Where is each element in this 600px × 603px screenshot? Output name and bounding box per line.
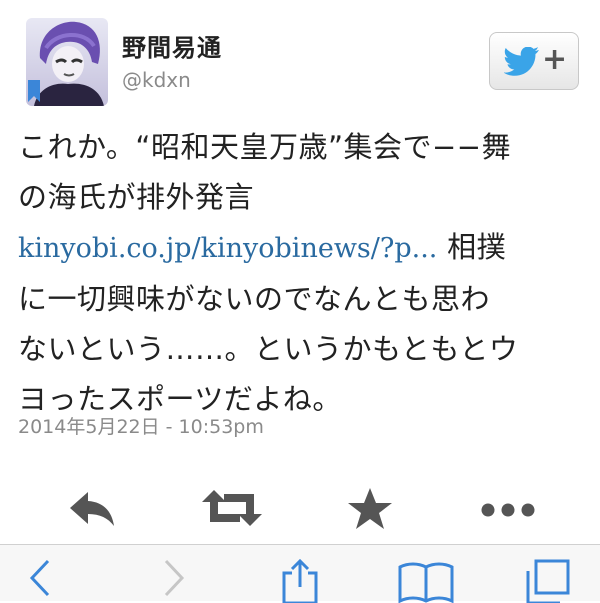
tweet-line: ないという……。というかもともとウ [18, 332, 519, 366]
tweet-timestamp[interactable]: 2014年5月22日 - 10:53pm [18, 412, 264, 439]
forward-icon[interactable] [158, 557, 190, 599]
tweet-text: これか。“昭和天皇万歳”集会で−−舞 の海氏が排外発言 kinyobi.co.j… [18, 122, 588, 424]
reply-icon[interactable] [66, 486, 118, 530]
more-icon[interactable] [476, 486, 540, 530]
display-name[interactable]: 野間易通 [122, 28, 222, 63]
bookmark-ribbon-icon [28, 80, 40, 102]
follow-button[interactable]: + [489, 32, 579, 90]
twitter-bird-icon [504, 47, 539, 76]
browser-toolbar [0, 544, 600, 603]
favorite-icon[interactable] [346, 486, 394, 532]
tweet-link[interactable]: kinyobi.co.jp/kinyobinews/?p... [18, 233, 437, 264]
user-handle[interactable]: @kdxn [122, 68, 191, 92]
back-icon[interactable] [24, 557, 56, 599]
follow-plus-icon: + [542, 42, 568, 77]
tweet-line-with-link: kinyobi.co.jp/kinyobinews/?p... 相撲 [18, 222, 588, 274]
tweet-line: に一切興味がないのでなんとも思わ [18, 282, 491, 316]
share-icon[interactable] [280, 557, 320, 603]
bookmarks-icon[interactable] [396, 557, 456, 603]
tweet-actions [0, 478, 600, 540]
tweet-text-after-link: 相撲 [437, 230, 507, 264]
tabs-icon[interactable] [522, 557, 572, 603]
retweet-icon[interactable] [200, 486, 264, 530]
tweet-line: これか。“昭和天皇万歳”集会で−−舞 [18, 130, 512, 164]
tweet-line: の海氏が排外発言 [18, 180, 255, 214]
